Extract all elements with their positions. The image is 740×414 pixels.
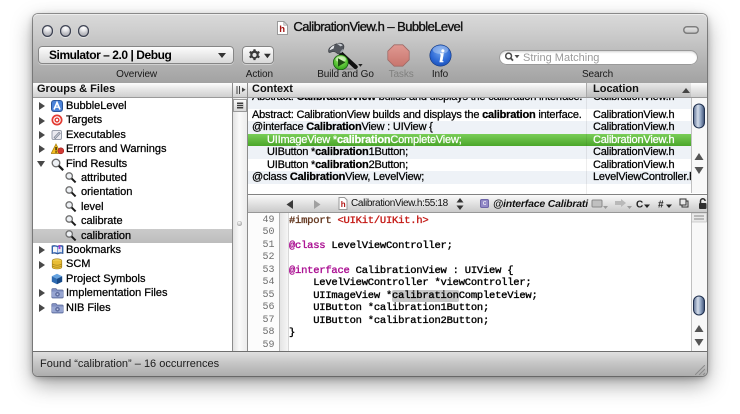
svg-text:h: h: [341, 200, 346, 209]
svg-text:i: i: [439, 46, 444, 66]
svg-text:#: #: [658, 200, 664, 211]
svg-text:C: C: [636, 200, 643, 211]
svg-text:h: h: [280, 24, 286, 35]
